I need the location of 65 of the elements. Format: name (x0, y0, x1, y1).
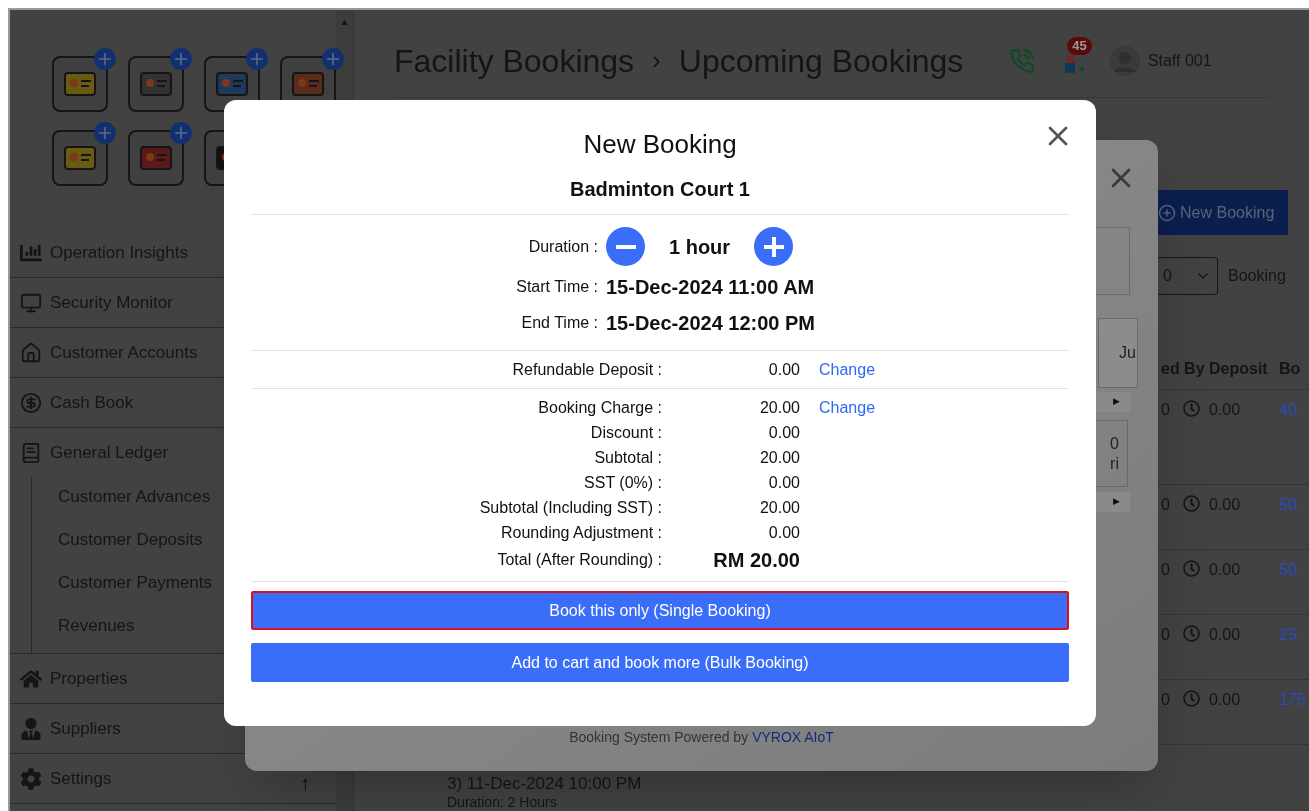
time-value: 15-Dec-2024 11:00 AM (606, 275, 816, 300)
time-label: Start Time : (515, 277, 598, 297)
duration-label: Duration : (527, 236, 598, 257)
charge-value: 20.00 (758, 497, 800, 518)
booking-button[interactable]: Add to cart and book more (Bulk Booking) (251, 643, 1069, 682)
clock-icon (1183, 690, 1200, 707)
back-to-top-button[interactable]: ↑ (300, 772, 310, 793)
settings-icon (20, 767, 42, 790)
clock-icon (1183, 625, 1200, 642)
charge-label: Refundable Deposit : (511, 360, 662, 380)
minus-icon (615, 244, 636, 249)
charge-label: Subtotal (Including SST) : (478, 498, 662, 518)
booking-button[interactable]: Book this only (Single Booking) (251, 591, 1069, 630)
increase-button[interactable] (754, 227, 794, 266)
id-card-icon (63, 69, 97, 99)
amount-link[interactable]: 50. (1279, 558, 1309, 582)
charge-label: Rounding Adjustment : (500, 523, 662, 543)
amount-link[interactable]: 25. (1279, 623, 1309, 647)
charge-label: Discount : (589, 423, 662, 443)
change-link[interactable]: Change (819, 360, 876, 378)
plus-badge-icon (170, 122, 192, 144)
amount-link[interactable]: 175 (1279, 688, 1309, 712)
charge-value: 0.00 (767, 359, 800, 380)
plus-badge-icon (246, 48, 268, 70)
charge-label: Subtotal : (593, 448, 662, 468)
calendar-cell: Ju (1098, 318, 1138, 388)
home-icon (20, 667, 42, 690)
charge-value: 0.00 (767, 522, 800, 543)
time-label: End Time : (520, 313, 598, 333)
change-link[interactable]: Change (819, 398, 876, 416)
amount-link[interactable]: 50. (1279, 493, 1309, 517)
charge-value: 0.00 (767, 472, 800, 493)
person-icon (20, 717, 42, 740)
clock-icon (1183, 560, 1200, 577)
charge-value: 20.00 (758, 397, 800, 418)
dialog-title: New Booking (583, 128, 737, 160)
charge-label: SST (0%) : (583, 473, 662, 493)
plus-badge-icon (322, 48, 344, 70)
charge-label: Total (After Rounding) : (496, 550, 662, 570)
house-icon (20, 341, 42, 364)
footer-link[interactable]: VYROX AIoT (752, 727, 834, 748)
plus-badge-icon (94, 48, 116, 70)
charge-value: 0.00 (767, 422, 800, 443)
amount-link[interactable]: 40. (1279, 398, 1309, 422)
scroll-up-arrow[interactable]: ▲ (339, 14, 350, 29)
notification-badge: 45 (1067, 36, 1092, 55)
clock-icon (1183, 495, 1200, 512)
breadcrumb-separator: › (652, 44, 661, 77)
clock-icon (1183, 400, 1200, 417)
decrease-button[interactable] (606, 227, 645, 266)
plus-circle-icon (1158, 203, 1176, 222)
time-value: 15-Dec-2024 12:00 PM (606, 311, 816, 336)
book-icon (20, 441, 42, 464)
new-booking-button[interactable]: New Booking (1156, 190, 1288, 235)
monitor-icon (20, 291, 42, 314)
dollar-icon (20, 391, 42, 414)
charge-value: RM 20.00 (712, 548, 800, 573)
facility-name: Badminton Court 1 (251, 174, 1069, 215)
charge-value: 20.00 (758, 447, 800, 468)
plus-icon (763, 236, 784, 257)
footer-text: Booking System Powered by (569, 728, 749, 747)
charge-label: Booking Charge : (537, 398, 662, 418)
plus-badge-icon (94, 122, 116, 144)
plus-badge-icon (170, 48, 192, 70)
duration-value: 1 hour (669, 234, 731, 260)
